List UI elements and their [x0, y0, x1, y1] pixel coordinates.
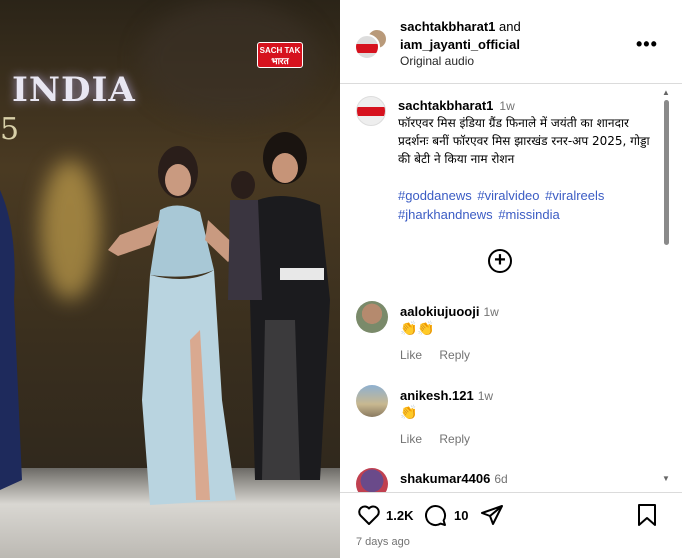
hashtag-link[interactable]: #goddanews [398, 188, 472, 203]
caption-text: फॉरएवर मिस इंडिया ग्रैंड फिनाले में जयंत… [398, 116, 650, 166]
reply-comment-button[interactable]: Reply [439, 432, 470, 446]
channel-logo: SACH TAK भारत [257, 42, 303, 68]
share-icon[interactable] [480, 503, 504, 527]
scroll-down-arrow-icon[interactable]: ▼ [662, 474, 670, 483]
like-comment-button[interactable]: Like [400, 348, 422, 362]
comment-icon[interactable] [422, 503, 448, 527]
scrollbar-thumb[interactable] [664, 100, 669, 245]
caption-username[interactable]: sachtakbharat1 1w [398, 98, 515, 113]
caption-avatar[interactable] [356, 96, 386, 126]
reel-video[interactable]: INDIA 5 SACH TAK भारत [0, 0, 340, 558]
reply-comment-button[interactable]: Reply [439, 348, 470, 362]
stage-figures [0, 132, 330, 505]
commenter-avatar[interactable] [356, 301, 388, 333]
hashtag-link[interactable]: #jharkhandnews [398, 207, 493, 222]
channel-logo-top: SACH TAK [259, 46, 301, 55]
scroll-up-arrow-icon[interactable]: ▲ [662, 88, 670, 97]
like-count[interactable]: 1.2K [386, 508, 413, 523]
comment-username[interactable]: aalokiujuooji [400, 304, 479, 319]
comment-text: 👏 [400, 404, 418, 420]
bookmark-icon[interactable] [636, 503, 658, 527]
comment-username[interactable]: anikesh.121 [400, 388, 474, 403]
comment-user[interactable]: anikesh.121 1w [400, 388, 493, 403]
caption-time: 1w [499, 99, 515, 113]
author-avatar[interactable] [354, 34, 380, 60]
comment-time: 1w [483, 305, 499, 319]
hashtag-link[interactable]: #viralvideo [477, 188, 539, 203]
caption-hashtags: #goddanews #viralvideo #viralreels #jhar… [398, 186, 660, 224]
collaborator-username[interactable]: iam_jayanti_official [400, 37, 520, 52]
caption-username-text[interactable]: sachtakbharat1 [398, 98, 493, 113]
author-username[interactable]: sachtakbharat1 [400, 19, 495, 34]
like-comment-button[interactable]: Like [400, 432, 422, 446]
post-actions-bar [340, 492, 682, 558]
comment-user[interactable]: shakumar4406 6d [400, 471, 508, 486]
audio-label[interactable]: Original audio [400, 54, 474, 68]
comment-actions: Like Reply [400, 348, 484, 362]
comment-count[interactable]: 10 [454, 508, 468, 523]
authors-joiner: and [499, 19, 521, 34]
comment-text: 👏👏 [400, 320, 435, 336]
comment-time: 1w [477, 389, 494, 403]
comment-user[interactable]: aalokiujuooji 1w [400, 304, 499, 319]
plus-circle-icon[interactable]: + [488, 249, 512, 273]
heart-icon[interactable] [356, 503, 382, 527]
comment-username[interactable]: shakumar4406 [400, 471, 490, 486]
comment-actions: Like Reply [400, 432, 484, 446]
commenter-avatar[interactable] [356, 385, 388, 417]
hashtag-link[interactable]: #viralreels [545, 188, 604, 203]
channel-logo-bottom: भारत [271, 56, 289, 66]
post-timestamp[interactable]: 7 days ago [356, 536, 410, 548]
comment-time: 6d [494, 472, 508, 486]
hashtag-link[interactable]: #missindia [498, 207, 559, 222]
post-authors: sachtakbharat1 and iam_jayanti_official [400, 18, 521, 54]
more-horizontal-icon[interactable]: ••• [636, 34, 658, 55]
